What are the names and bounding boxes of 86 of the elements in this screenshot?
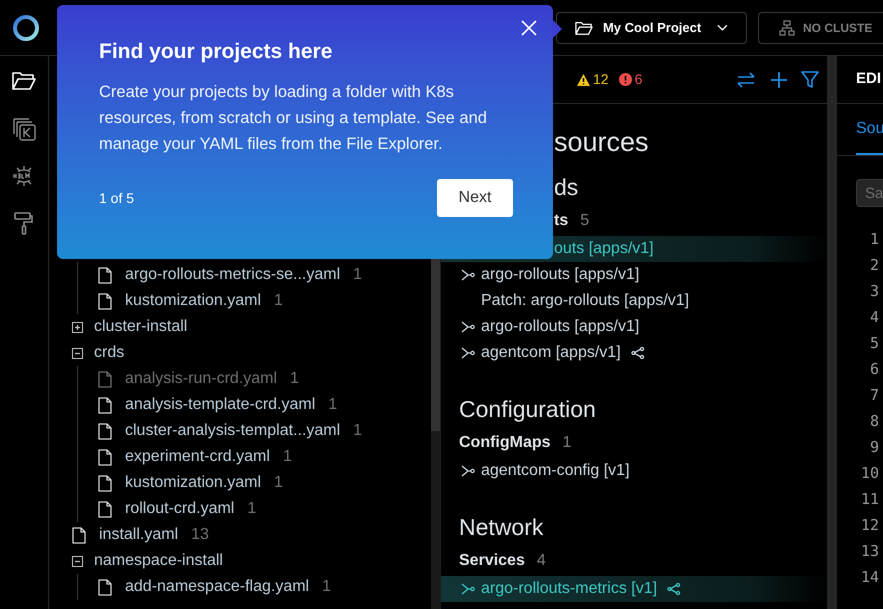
file-icon	[72, 526, 86, 544]
line-number: 5	[870, 333, 879, 354]
next-button[interactable]: Next	[437, 179, 513, 217]
logo-icon	[12, 14, 40, 42]
tab[interactable]: Sou	[856, 117, 883, 155]
folder-icon	[575, 20, 593, 36]
section-heading: Network	[458, 513, 544, 542]
project-selector[interactable]: My Cool Project	[556, 12, 747, 44]
close-icon	[521, 20, 537, 36]
search-field[interactable]: Sa	[856, 179, 883, 207]
tree-item[interactable]: install.yaml 13	[69, 522, 431, 548]
line-number: 4	[870, 307, 879, 328]
file-icon	[98, 422, 112, 440]
tree-item[interactable]: add-namespace-flag.yaml 1	[78, 574, 431, 600]
section-heading: ds	[553, 173, 578, 202]
group-count: 5	[580, 211, 590, 231]
tree-item[interactable]: cluster-analysis-templat...yaml 1	[78, 418, 431, 444]
panel-title: EDI	[856, 69, 882, 90]
popover-description: Create your projects by loading a folder with K8s resources, from scratch or using a template. See and manage your YAML files from the File Explorer.	[99, 82, 488, 155]
filter-icon[interactable]	[801, 70, 819, 88]
file-icon	[98, 266, 112, 284]
line-number: 14	[860, 567, 879, 588]
file-icon	[98, 396, 112, 414]
file-icon	[98, 370, 112, 388]
close-button[interactable]	[521, 20, 537, 36]
line-number: 6	[870, 359, 879, 380]
file-icon	[98, 292, 112, 310]
line-number: 11	[860, 489, 879, 510]
collapse-icon[interactable]	[72, 556, 83, 566]
section-heading: Configuration	[458, 395, 596, 424]
tree-item[interactable]: rollout-crd.yaml 1	[78, 496, 431, 522]
step-counter: 1 of 5	[99, 188, 134, 208]
line-number: 1	[870, 229, 879, 250]
line-number: 13	[860, 541, 879, 562]
line-number: 7	[870, 385, 879, 406]
resource-row[interactable]: agentcom [apps/v1]	[441, 340, 827, 366]
expand-icon[interactable]	[461, 321, 475, 333]
resource-row[interactable]: argo-rollouts [apps/v1]	[441, 314, 827, 340]
expand-icon[interactable]	[461, 347, 475, 359]
add-icon[interactable]	[771, 72, 787, 88]
tree-item[interactable]: argo-rollouts-metrics-se...yaml 1	[78, 262, 431, 288]
swap-arrows-icon[interactable]	[737, 72, 755, 88]
line-number: 3	[870, 281, 879, 302]
resource-row[interactable]: Patch: argo-rollouts [apps/v1]	[441, 288, 827, 314]
tree-item[interactable]: namespace-install	[69, 548, 431, 574]
group-heading: Services	[459, 551, 525, 571]
cluster-selector[interactable]: NO CLUSTE	[758, 12, 883, 44]
line-number: 9	[870, 437, 879, 458]
collapse-icon[interactable]	[72, 348, 83, 358]
tree-item[interactable]: experiment-crd.yaml 1	[78, 444, 431, 470]
popover-title: Find your projects here	[99, 39, 334, 65]
file-icon	[98, 500, 112, 518]
expand-icon[interactable]	[461, 583, 475, 595]
group-heading: ts	[554, 211, 568, 231]
paint-roller-icon[interactable]	[12, 211, 36, 235]
chevron-down-icon	[717, 24, 728, 32]
tree-item[interactable]: analysis-template-crd.yaml 1	[78, 392, 431, 418]
link-icon[interactable]	[667, 583, 682, 595]
stacked-cards-icon[interactable]	[12, 117, 36, 141]
tree-item[interactable]: kustomization.yaml 1	[78, 288, 431, 314]
warning-count: 12	[593, 70, 609, 89]
expand-icon[interactable]	[461, 269, 475, 281]
tree-item[interactable]: cluster-install	[69, 314, 431, 340]
warning-icon	[577, 74, 590, 86]
resource-row[interactable]: agentcom-config [v1]	[441, 458, 827, 484]
file-icon	[98, 578, 112, 596]
group-heading: ConfigMaps	[459, 433, 551, 453]
file-icon	[98, 448, 112, 466]
line-number: 2	[870, 255, 879, 276]
pointer-arrow	[552, 19, 562, 39]
error-count: 6	[634, 70, 642, 89]
line-number: 8	[870, 411, 879, 432]
file-icon	[98, 474, 112, 492]
section-title: sources	[553, 126, 649, 159]
expand-icon[interactable]	[461, 465, 475, 477]
line-number: 12	[860, 515, 879, 536]
network-icon	[779, 20, 795, 36]
link-icon[interactable]	[630, 347, 645, 359]
error-icon	[618, 73, 632, 86]
tree-item[interactable]: kustomization.yaml 1	[78, 470, 431, 496]
group-count: 1	[562, 433, 572, 453]
line-number: 10	[860, 463, 879, 484]
tree-item[interactable]: crds	[69, 340, 431, 366]
expand-icon[interactable]	[72, 322, 83, 332]
resource-row[interactable]: argo-rollouts [apps/v1]	[441, 262, 827, 288]
group-count: 4	[536, 551, 546, 571]
